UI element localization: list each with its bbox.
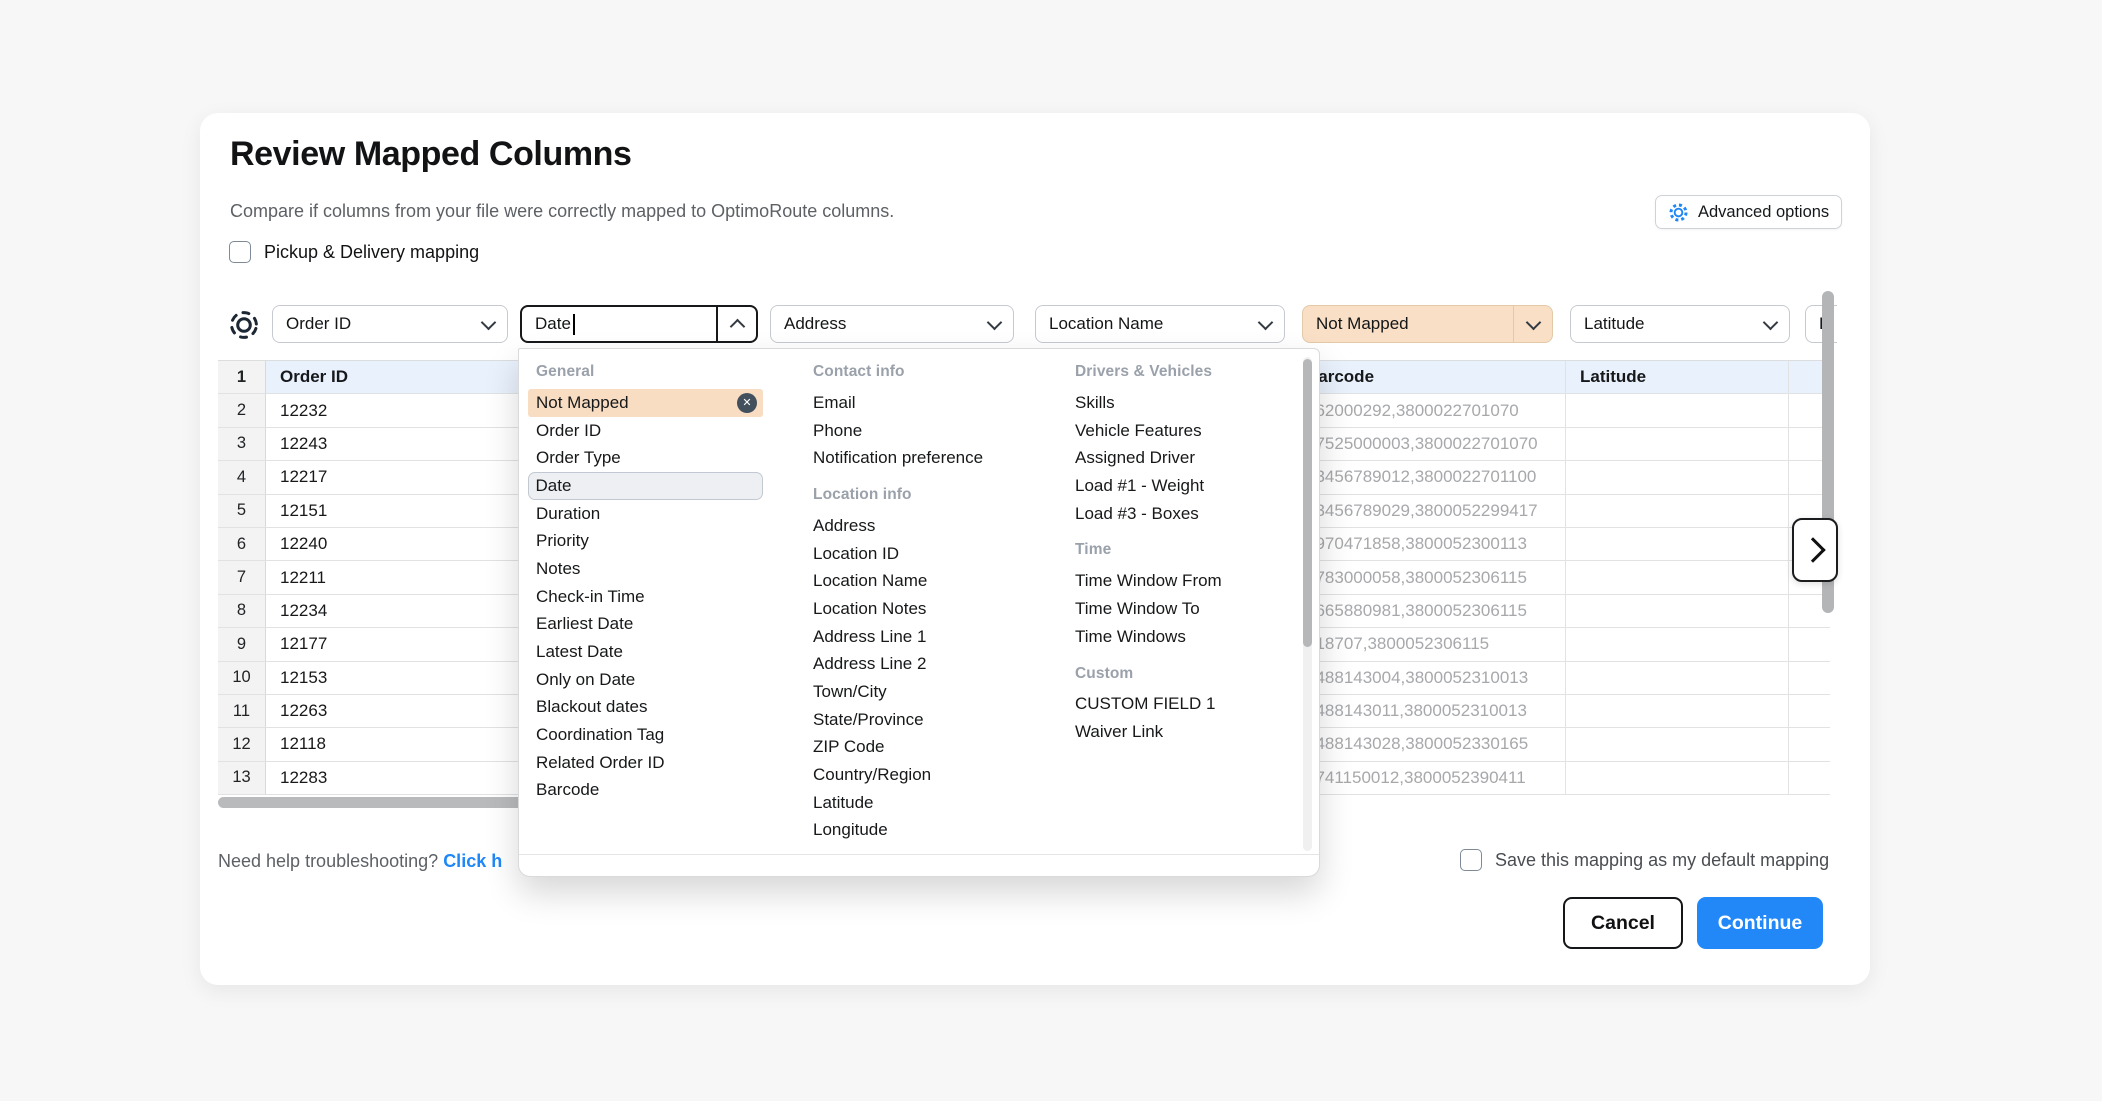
checkbox-box-icon[interactable] — [229, 241, 251, 263]
dropdown-section-title: Contact info — [813, 363, 1058, 381]
column-mapping-icon — [227, 308, 261, 342]
dropdown-option-zip-code[interactable]: ZIP Code — [796, 734, 1058, 762]
dropdown-option-latest-date[interactable]: Latest Date — [519, 638, 781, 666]
dropdown-option-phone[interactable]: Phone — [796, 417, 1058, 445]
panel-column: General Not Mapped✕Order IDOrder TypeDate… — [519, 349, 781, 804]
continue-button[interactable]: Continue — [1697, 897, 1823, 949]
dropdown-option-country-region[interactable]: Country/Region — [796, 761, 1058, 789]
remove-mapping-icon[interactable]: ✕ — [737, 393, 757, 413]
column-select-order-id[interactable]: Order ID — [272, 305, 508, 343]
save-default-mapping-label: Save this mapping as my default mapping — [1495, 850, 1829, 871]
dropdown-option-location-name[interactable]: Location Name — [796, 567, 1058, 595]
chevron-down-icon — [1751, 306, 1789, 342]
next-columns-button[interactable] — [1792, 518, 1838, 582]
dropdown-option-address[interactable]: Address — [796, 512, 1058, 540]
dropdown-section-title: Custom — [1075, 665, 1313, 683]
dropdown-option-longitude[interactable]: Longitude — [796, 817, 1058, 845]
dropdown-option-location-id[interactable]: Location ID — [796, 540, 1058, 568]
dropdown-option-order-type[interactable]: Order Type — [519, 444, 781, 472]
cancel-button[interactable]: Cancel — [1563, 897, 1683, 949]
dropdown-option-duration[interactable]: Duration — [519, 500, 781, 528]
dropdown-option-address-line-2[interactable]: Address Line 2 — [796, 651, 1058, 679]
dropdown-section-title: Time — [1075, 541, 1313, 559]
dropdown-option-blackout-dates[interactable]: Blackout dates — [519, 694, 781, 722]
page-title: Review Mapped Columns — [230, 135, 632, 174]
dropdown-section-title: Drivers & Vehicles — [1075, 363, 1313, 381]
help-text-label: Need help troubleshooting? — [218, 851, 438, 871]
dropdown-option-time-window-from[interactable]: Time Window From — [1058, 567, 1313, 595]
dropdown-option-earliest-date[interactable]: Earliest Date — [519, 611, 781, 639]
dropdown-option-skills[interactable]: Skills — [1058, 389, 1313, 417]
dropdown-option-load-3-boxes[interactable]: Load #3 - Boxes — [1058, 500, 1313, 528]
dropdown-option-location-notes[interactable]: Location Notes — [796, 595, 1058, 623]
dropdown-option-state-province[interactable]: State/Province — [796, 706, 1058, 734]
dropdown-option-latitude[interactable]: Latitude — [796, 789, 1058, 817]
dropdown-option-order-id[interactable]: Order ID — [519, 417, 781, 445]
dropdown-option-check-in-time[interactable]: Check-in Time — [519, 583, 781, 611]
subtitle: Compare if columns from your file were c… — [230, 201, 894, 222]
column-select-date[interactable]: Date — [520, 305, 758, 343]
chevron-right-icon — [1800, 537, 1825, 562]
chevron-down-icon — [1513, 306, 1552, 342]
chevron-down-icon — [469, 306, 507, 342]
gear-icon — [1668, 202, 1689, 223]
column-select-address[interactable]: Address — [770, 305, 1014, 343]
advanced-options-label: Advanced options — [1698, 203, 1829, 222]
dropdown-option-coordination-tag[interactable]: Coordination Tag — [519, 721, 781, 749]
chevron-up-icon — [716, 307, 756, 341]
dropdown-option-only-on-date[interactable]: Only on Date — [519, 666, 781, 694]
dropdown-section-title: Location info — [813, 486, 1058, 504]
dropdown-option-custom-field-1[interactable]: CUSTOM FIELD 1 — [1058, 691, 1313, 719]
help-text: Need help troubleshooting? Click h — [218, 851, 502, 872]
dropdown-option-notification-preference[interactable]: Notification preference — [796, 444, 1058, 472]
chevron-down-icon — [1246, 306, 1284, 342]
dropdown-option-town-city[interactable]: Town/City — [796, 678, 1058, 706]
dropdown-option-waiver-link[interactable]: Waiver Link — [1058, 718, 1313, 746]
dropdown-option-load-1-weight[interactable]: Load #1 - Weight — [1058, 472, 1313, 500]
panel-scrollbar[interactable] — [1303, 359, 1312, 647]
text-cursor — [573, 314, 575, 335]
help-link[interactable]: Click h — [443, 851, 502, 871]
dropdown-option-not-mapped[interactable]: Not Mapped✕ — [528, 389, 763, 417]
dropdown-option-priority[interactable]: Priority — [519, 527, 781, 555]
checkbox-box-icon[interactable] — [1460, 849, 1482, 871]
column-select-location-name[interactable]: Location Name — [1035, 305, 1285, 343]
chevron-down-icon — [975, 306, 1013, 342]
panel-footer-divider — [519, 854, 1319, 855]
horizontal-scrollbar[interactable] — [218, 797, 528, 808]
dropdown-option-time-windows[interactable]: Time Windows — [1058, 623, 1313, 651]
pickup-delivery-checkbox[interactable]: Pickup & Delivery mapping — [229, 241, 479, 263]
column-select-latitude[interactable]: Latitude — [1570, 305, 1790, 343]
dropdown-option-vehicle-features[interactable]: Vehicle Features — [1058, 417, 1313, 445]
dropdown-option-related-order-id[interactable]: Related Order ID — [519, 749, 781, 777]
advanced-options-button[interactable]: Advanced options — [1655, 195, 1842, 229]
page: Review Mapped Columns Compare if columns… — [0, 0, 2102, 1101]
column-mapping-dropdown-panel: General Not Mapped✕Order IDOrder TypeDate… — [518, 348, 1320, 877]
dropdown-section-title: General — [536, 363, 781, 381]
dropdown-option-address-line-1[interactable]: Address Line 1 — [796, 623, 1058, 651]
dropdown-option-notes[interactable]: Notes — [519, 555, 781, 583]
panel-column: Drivers & Vehicles SkillsVehicle Features… — [1058, 349, 1313, 746]
dropdown-option-email[interactable]: Email — [796, 389, 1058, 417]
panel-columns: General Not Mapped✕Order IDOrder TypeDate… — [519, 349, 1319, 876]
panel-column: Contact info EmailPhoneNotification prefe… — [796, 349, 1058, 844]
dropdown-option-date[interactable]: Date — [528, 472, 763, 500]
column-select-not-mapped[interactable]: Not Mapped — [1302, 305, 1553, 343]
dropdown-option-time-window-to[interactable]: Time Window To — [1058, 595, 1313, 623]
review-mapped-columns-dialog: Review Mapped Columns Compare if columns… — [200, 113, 1870, 985]
save-default-mapping-checkbox[interactable]: Save this mapping as my default mapping — [1460, 849, 1829, 871]
dropdown-option-barcode[interactable]: Barcode — [519, 777, 781, 805]
dropdown-option-assigned-driver[interactable]: Assigned Driver — [1058, 444, 1313, 472]
mapping-header-row: Order ID Date Address Location Name Not Mapp… — [200, 305, 1870, 345]
pickup-delivery-label: Pickup & Delivery mapping — [264, 242, 479, 263]
